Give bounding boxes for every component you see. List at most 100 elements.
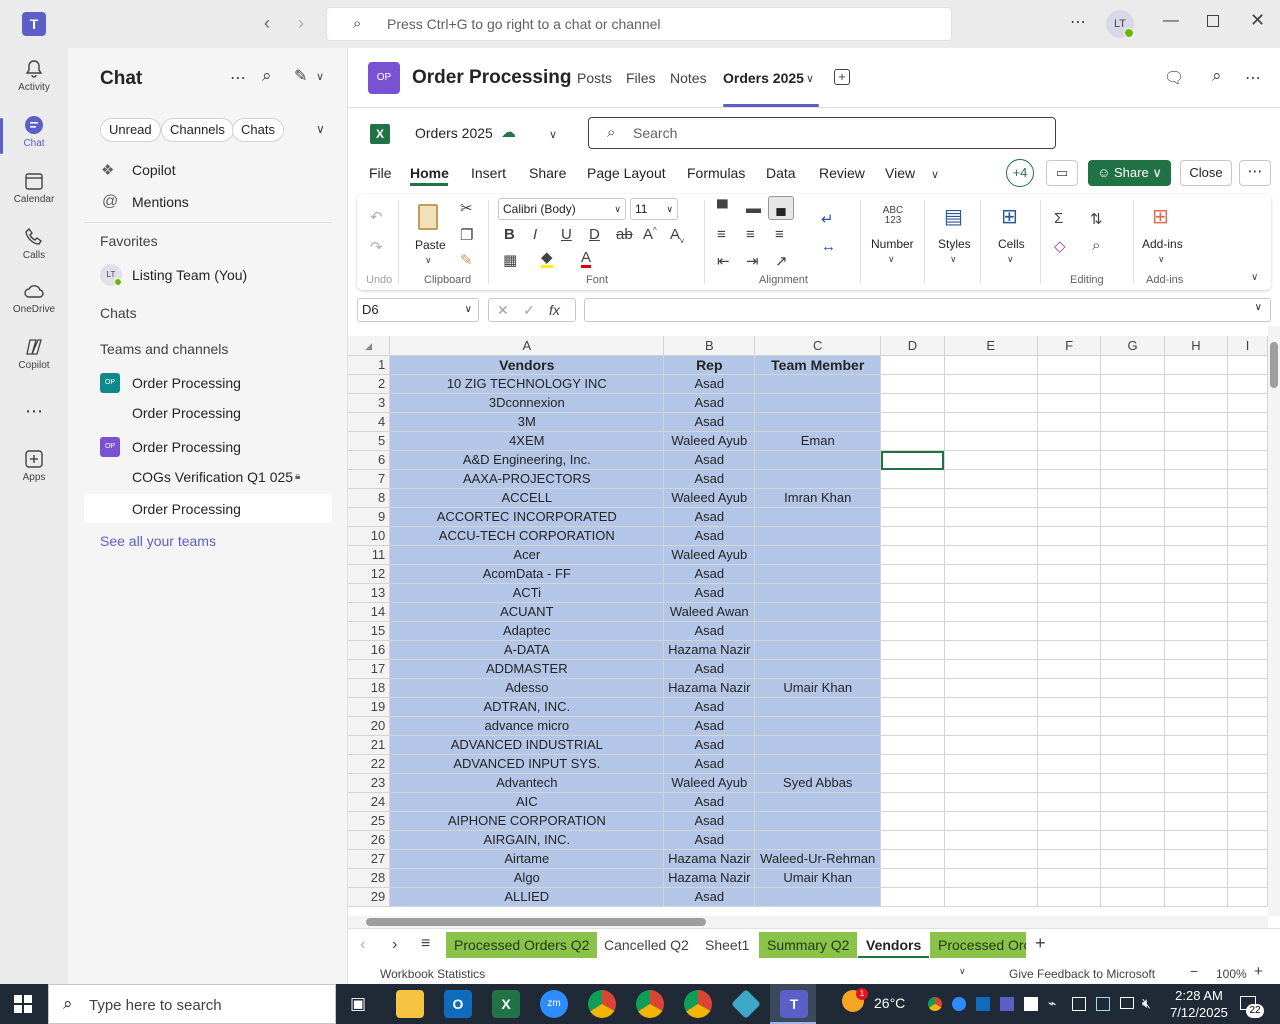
menu-page-layout[interactable]: Page Layout <box>587 165 666 181</box>
number-chevron-icon[interactable]: ∨ <box>888 254 895 265</box>
cell[interactable] <box>754 887 882 907</box>
styles-label[interactable]: Styles <box>938 237 971 251</box>
cell[interactable]: Asad <box>663 659 756 679</box>
empty-cell[interactable] <box>1164 450 1229 470</box>
filter-expand-chevron-icon[interactable]: ∨ <box>316 122 325 136</box>
chat-search-icon[interactable]: ⌕ <box>262 66 272 86</box>
cell[interactable]: Asad <box>663 412 756 432</box>
restore-icon[interactable] <box>1207 15 1219 27</box>
give-feedback-link[interactable]: Give Feedback to Microsoft <box>1009 967 1155 981</box>
empty-cell[interactable] <box>880 355 945 375</box>
empty-cell[interactable] <box>1037 659 1102 679</box>
comments-button[interactable]: ▭ <box>1046 160 1078 186</box>
cell[interactable]: 4XEM <box>389 431 665 451</box>
cell[interactable]: Asad <box>663 469 756 489</box>
cell[interactable]: Eman <box>754 431 882 451</box>
empty-cell[interactable] <box>1037 526 1102 546</box>
row-header[interactable]: 1 <box>348 355 391 375</box>
empty-cell[interactable] <box>944 374 1038 394</box>
empty-cell[interactable] <box>944 412 1038 432</box>
sheet-tab-cancelled-q2[interactable]: Cancelled Q2 <box>596 932 697 958</box>
all-sheets-icon[interactable]: ≡ <box>421 935 430 953</box>
filter-chats[interactable]: Chats <box>232 118 284 142</box>
column-header[interactable]: E <box>944 336 1038 356</box>
empty-cell[interactable] <box>1164 526 1229 546</box>
tray-vpn-icon[interactable] <box>1072 997 1086 1011</box>
empty-cell[interactable] <box>1100 697 1165 717</box>
row-header[interactable]: 19 <box>348 697 391 717</box>
workbook-chevron-icon[interactable]: ∨ <box>549 128 557 141</box>
cell[interactable]: advance micro <box>389 716 665 736</box>
number-label[interactable]: Number <box>871 237 914 251</box>
empty-cell[interactable] <box>1037 469 1102 489</box>
empty-cell[interactable] <box>1164 583 1229 603</box>
new-chat-chevron-icon[interactable]: ∨ <box>316 70 324 83</box>
horizontal-scrollbar[interactable] <box>348 916 1268 928</box>
cell[interactable] <box>754 792 882 812</box>
chat-item-mentions[interactable]: Mentions <box>132 194 189 210</box>
sort-filter-icon[interactable]: ⇅ <box>1090 210 1103 228</box>
empty-cell[interactable] <box>1227 564 1268 584</box>
task-view-icon[interactable]: ▣ <box>350 994 366 1014</box>
empty-cell[interactable] <box>1037 431 1102 451</box>
empty-cell[interactable] <box>944 355 1038 375</box>
menu-review[interactable]: Review <box>819 165 865 181</box>
rail-calls[interactable]: Calls <box>0 224 68 280</box>
team-order-processing-2[interactable]: Order Processing <box>132 439 241 455</box>
cell[interactable] <box>754 659 882 679</box>
cell[interactable]: Asad <box>663 374 756 394</box>
cell[interactable]: Syed Abbas <box>754 773 882 793</box>
cancel-entry-icon[interactable]: ✕ <box>497 299 509 321</box>
empty-cell[interactable] <box>944 735 1038 755</box>
cell[interactable]: A&D Engineering, Inc. <box>389 450 665 470</box>
empty-cell[interactable] <box>1227 355 1268 375</box>
align-top-icon[interactable]: ▀ <box>717 200 728 217</box>
empty-cell[interactable] <box>1100 374 1165 394</box>
empty-cell[interactable] <box>1037 450 1102 470</box>
row-header[interactable]: 11 <box>348 545 391 565</box>
chat-more-icon[interactable]: ⋯ <box>230 68 246 88</box>
active-cell[interactable] <box>880 450 945 470</box>
sheet-tab-summary-q2[interactable]: Summary Q2 <box>759 932 858 958</box>
favorites-header[interactable]: Favorites <box>100 233 158 249</box>
empty-cell[interactable] <box>1227 507 1268 527</box>
cell[interactable]: Asad <box>663 507 756 527</box>
cell[interactable]: Waleed Ayub <box>663 488 756 508</box>
empty-cell[interactable] <box>1037 735 1102 755</box>
cell[interactable]: Adesso <box>389 678 665 698</box>
minimize-icon[interactable]: — <box>1163 12 1179 30</box>
empty-cell[interactable] <box>1037 754 1102 774</box>
cell[interactable] <box>754 697 882 717</box>
empty-cell[interactable] <box>1227 887 1268 907</box>
empty-cell[interactable] <box>880 678 945 698</box>
empty-cell[interactable] <box>1100 773 1165 793</box>
empty-cell[interactable] <box>1164 545 1229 565</box>
empty-cell[interactable] <box>1037 564 1102 584</box>
format-painter-icon[interactable]: ✎ <box>460 251 473 269</box>
font-name-select[interactable]: Calibri (Body) ∨ <box>498 198 626 220</box>
cell[interactable]: A-DATA <box>389 640 665 660</box>
empty-cell[interactable] <box>1037 393 1102 413</box>
empty-cell[interactable] <box>880 640 945 660</box>
paste-chevron-icon[interactable]: ∨ <box>425 255 432 266</box>
fill-color-icon[interactable]: ◆ <box>541 250 553 268</box>
empty-cell[interactable] <box>1227 412 1268 432</box>
empty-cell[interactable] <box>1227 431 1268 451</box>
cell[interactable]: ACCELL <box>389 488 665 508</box>
row-header[interactable]: 10 <box>348 526 391 546</box>
empty-cell[interactable] <box>1037 697 1102 717</box>
cell[interactable]: ADVANCED INDUSTRIAL <box>389 735 665 755</box>
row-header[interactable]: 3 <box>348 393 391 413</box>
empty-cell[interactable] <box>1037 355 1102 375</box>
empty-cell[interactable] <box>1227 811 1268 831</box>
cell[interactable]: ADDMASTER <box>389 659 665 679</box>
cell[interactable]: Asad <box>663 583 756 603</box>
cell[interactable]: Waleed Ayub <box>663 773 756 793</box>
cells-label[interactable]: Cells <box>998 237 1025 251</box>
windows-start-icon[interactable] <box>14 995 32 1013</box>
cell[interactable]: Asad <box>663 450 756 470</box>
see-all-teams-link[interactable]: See all your teams <box>100 533 216 549</box>
row-header[interactable]: 18 <box>348 678 391 698</box>
horizontal-scroll-thumb[interactable] <box>366 918 706 926</box>
cell[interactable]: Asad <box>663 811 756 831</box>
